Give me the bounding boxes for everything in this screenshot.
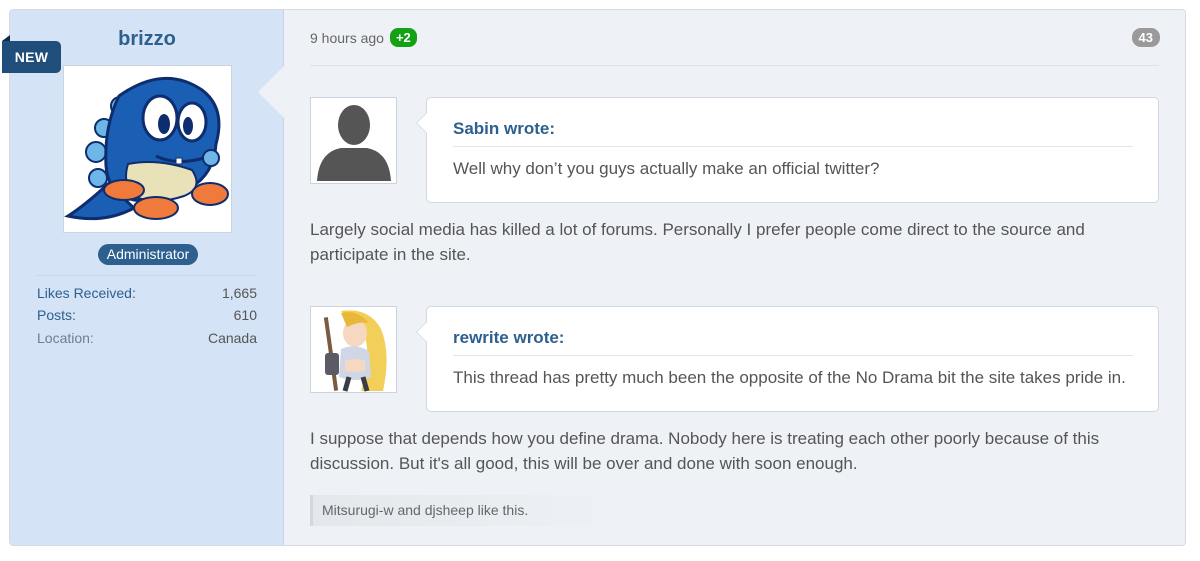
new-user-badge: NEW <box>2 35 61 73</box>
quote-avatar[interactable] <box>310 306 397 393</box>
likes-summary[interactable]: Mitsurugi-w and djsheep like this. <box>310 495 633 526</box>
quote-text: This thread has pretty much been the opp… <box>453 368 1126 387</box>
stat-label[interactable]: Likes Received: <box>37 285 136 301</box>
post-paragraph: Largely social media has killed a lot of… <box>310 220 1085 264</box>
post-meta: 9 hours ago +2 <box>310 28 417 47</box>
anime-avatar-icon <box>311 307 396 392</box>
user-avatar[interactable] <box>63 65 232 233</box>
quote-divider <box>453 146 1133 147</box>
quote-block: rewrite wrote: This thread has pretty mu… <box>416 306 1159 412</box>
post-content: 9 hours ago +2 43 Sabin wrote: Well why … <box>310 10 1160 545</box>
stat-location: Location: Canada <box>37 330 257 346</box>
quote-text: Well why don’t you guys actually make an… <box>453 159 880 178</box>
forum-post: brizzo Administrator Likes Received: 1,6… <box>2 9 1186 546</box>
role-badge: Administrator <box>98 244 198 265</box>
stat-value: Canada <box>207 330 257 346</box>
sidebar-divider <box>37 275 257 276</box>
stat-label[interactable]: Posts: <box>37 307 76 323</box>
quote-block: Sabin wrote: Well why don’t you guys act… <box>416 97 1159 203</box>
quote-avatar[interactable] <box>310 97 397 184</box>
post-timestamp[interactable]: 9 hours ago <box>310 30 384 46</box>
stat-posts: Posts: 610 <box>37 307 257 323</box>
rating-badge[interactable]: +2 <box>389 28 417 47</box>
stat-likes: Likes Received: 1,665 <box>37 285 257 301</box>
stat-value: 610 <box>233 307 257 323</box>
stat-label: Location: <box>37 330 94 346</box>
user-sidebar: brizzo Administrator Likes Received: 1,6… <box>10 10 284 545</box>
sidebar-pointer <box>258 66 284 118</box>
post-number[interactable]: 43 <box>1131 28 1160 47</box>
stat-value: 1,665 <box>221 285 257 301</box>
post-paragraph: I suppose that depends how you define dr… <box>310 429 1100 473</box>
post-divider <box>310 65 1159 66</box>
default-avatar-icon <box>311 98 396 183</box>
quote-author[interactable]: Sabin wrote: <box>453 119 555 139</box>
quote-divider <box>453 355 1133 356</box>
quote-author[interactable]: rewrite wrote: <box>453 328 564 348</box>
